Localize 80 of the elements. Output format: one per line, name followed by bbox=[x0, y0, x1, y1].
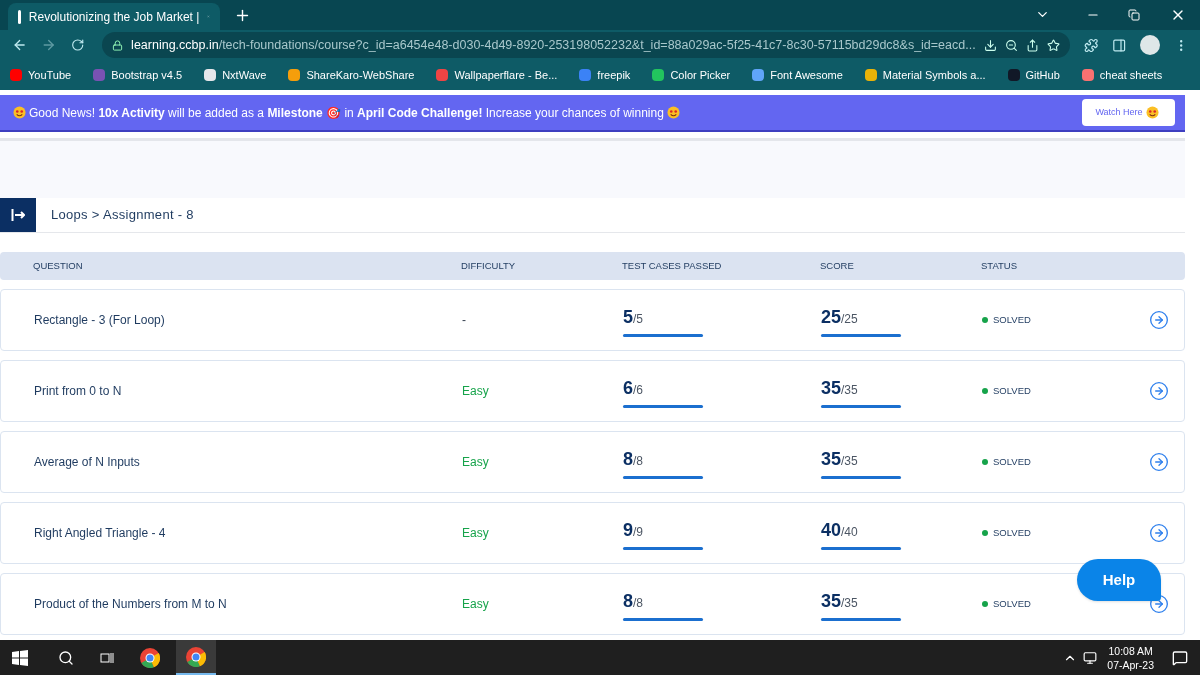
test-cases-value: 9/9 bbox=[623, 518, 645, 542]
score-value: 35/35 bbox=[821, 376, 859, 400]
chrome-icon[interactable] bbox=[140, 647, 160, 668]
column-header: DIFFICULTY bbox=[461, 258, 517, 273]
status-label: SOLVED bbox=[993, 383, 1031, 398]
sidebar-toggle[interactable] bbox=[0, 198, 36, 232]
status-label: SOLVED bbox=[993, 525, 1031, 540]
test-cases-value: 5/5 bbox=[623, 305, 645, 329]
side-panel-icon[interactable] bbox=[1112, 37, 1127, 53]
browser-tab[interactable]: Revolutionizing the Job Market | bbox=[8, 3, 220, 30]
test-cases-value: 8/8 bbox=[623, 447, 645, 471]
difficulty-label: - bbox=[462, 312, 467, 329]
url-text: learning.ccbp.in/tech-foundations/course?c_id=a6454e48-d030-4d49-8920-253198052232&t_id=88a029ac-5f25-41c7-8c30-57115bd29dc8&s_id=eacd... bbox=[131, 36, 976, 54]
bookmark[interactable]: Color Picker bbox=[652, 66, 731, 84]
status-label: SOLVED bbox=[993, 312, 1031, 327]
column-header: SCORE bbox=[820, 258, 855, 273]
score-value: 25/25 bbox=[821, 305, 859, 329]
status-label: SOLVED bbox=[993, 596, 1031, 611]
network-icon[interactable] bbox=[1083, 650, 1098, 665]
column-header: TEST CASES PASSED bbox=[622, 258, 723, 273]
breadcrumb: Loops > Assignment - 8 bbox=[51, 206, 194, 225]
question-row[interactable]: Rectangle - 3 (For Loop) - 5/5 25/25 SOLVED bbox=[0, 289, 1185, 351]
question-title: Product of the Numbers from M to N bbox=[34, 596, 228, 613]
search-icon[interactable] bbox=[58, 649, 74, 666]
banner-text: Good News! 10x Activity will be added as a Milestone 🎯 in April Code Challenge! Increase your chances of winning bbox=[29, 104, 664, 122]
difficulty-label: Easy bbox=[462, 383, 490, 400]
question-title: Rectangle - 3 (For Loop) bbox=[34, 312, 166, 329]
watch-button[interactable]: Watch Here bbox=[1082, 99, 1175, 126]
emoji-icon bbox=[666, 106, 680, 119]
bookmark[interactable]: Material Symbols a... bbox=[864, 66, 986, 84]
reload-icon[interactable] bbox=[70, 38, 85, 52]
bookmark[interactable]: GitHub bbox=[1007, 66, 1060, 84]
bookmark[interactable]: cheat sheets bbox=[1081, 66, 1163, 84]
bookmark[interactable]: freepik bbox=[579, 66, 631, 84]
windows-start-icon[interactable] bbox=[12, 649, 28, 666]
active-taskbar-app[interactable] bbox=[176, 640, 216, 675]
test-cases-value: 8/8 bbox=[623, 589, 645, 613]
difficulty-label: Easy bbox=[462, 525, 490, 542]
bookmark[interactable]: Bootstrap v4.5 bbox=[93, 66, 183, 84]
zoom-icon[interactable] bbox=[1004, 38, 1018, 52]
tab-title: Revolutionizing the Job Market | bbox=[28, 8, 200, 26]
question-title: Print from 0 to N bbox=[34, 383, 123, 400]
question-row[interactable]: Right Angled Triangle - 4 Easy 9/9 40/40 SOLVED bbox=[0, 502, 1185, 564]
question-row[interactable]: Print from 0 to N Easy 6/6 35/35 SOLVED bbox=[0, 360, 1185, 422]
score-value: 35/35 bbox=[821, 589, 859, 613]
column-header: QUESTION bbox=[33, 258, 84, 273]
question-title: Average of N Inputs bbox=[34, 454, 141, 471]
score-value: 35/35 bbox=[821, 447, 859, 471]
back-icon[interactable] bbox=[12, 37, 28, 53]
new-tab-icon[interactable] bbox=[234, 7, 251, 24]
question-row[interactable]: Average of N Inputs Easy 8/8 35/35 SOLVED bbox=[0, 431, 1185, 493]
bookmark[interactable]: ShareKaro-WebShare bbox=[288, 66, 415, 84]
bookmark[interactable]: Wallpaperflare - Be... bbox=[436, 66, 558, 84]
difficulty-label: Easy bbox=[462, 454, 490, 471]
help-button[interactable]: Help bbox=[1077, 559, 1161, 601]
notifications-icon[interactable] bbox=[1172, 649, 1188, 666]
clock-date[interactable]: 07-Apr-23 bbox=[1107, 657, 1154, 672]
task-view-icon[interactable] bbox=[100, 650, 114, 665]
address-bar[interactable]: learning.ccbp.in/tech-foundations/course?c_id=a6454e48-d030-4d49-8920-253198052232&t_id=88a029ac-5f25-41c7-8c30-57115bd29dc8&s_id=eacd... bbox=[102, 32, 1070, 58]
lock-icon bbox=[112, 39, 124, 51]
column-header: STATUS bbox=[981, 258, 1019, 273]
avatar[interactable] bbox=[1140, 35, 1160, 55]
test-cases-value: 6/6 bbox=[623, 376, 645, 400]
expand-icon bbox=[11, 209, 25, 221]
share-icon[interactable] bbox=[1025, 38, 1039, 52]
chrome-icon bbox=[186, 646, 206, 667]
score-value: 40/40 bbox=[821, 518, 859, 542]
star-icon[interactable] bbox=[1046, 38, 1060, 52]
emoji-icon bbox=[1145, 106, 1159, 119]
bookmark[interactable]: Font Awesome bbox=[752, 66, 843, 84]
extensions-icon[interactable] bbox=[1083, 37, 1099, 53]
emoji-icon bbox=[13, 106, 26, 119]
bookmark[interactable]: YouTube bbox=[10, 66, 72, 84]
question-title: Right Angled Triangle - 4 bbox=[34, 525, 167, 542]
bookmark[interactable]: NxtWave bbox=[204, 66, 267, 84]
difficulty-label: Easy bbox=[462, 596, 490, 613]
clock-time[interactable]: 10:08 AM bbox=[1108, 643, 1153, 658]
download-icon[interactable] bbox=[983, 38, 997, 52]
restore-icon[interactable] bbox=[1128, 9, 1140, 21]
status-label: SOLVED bbox=[993, 454, 1031, 469]
